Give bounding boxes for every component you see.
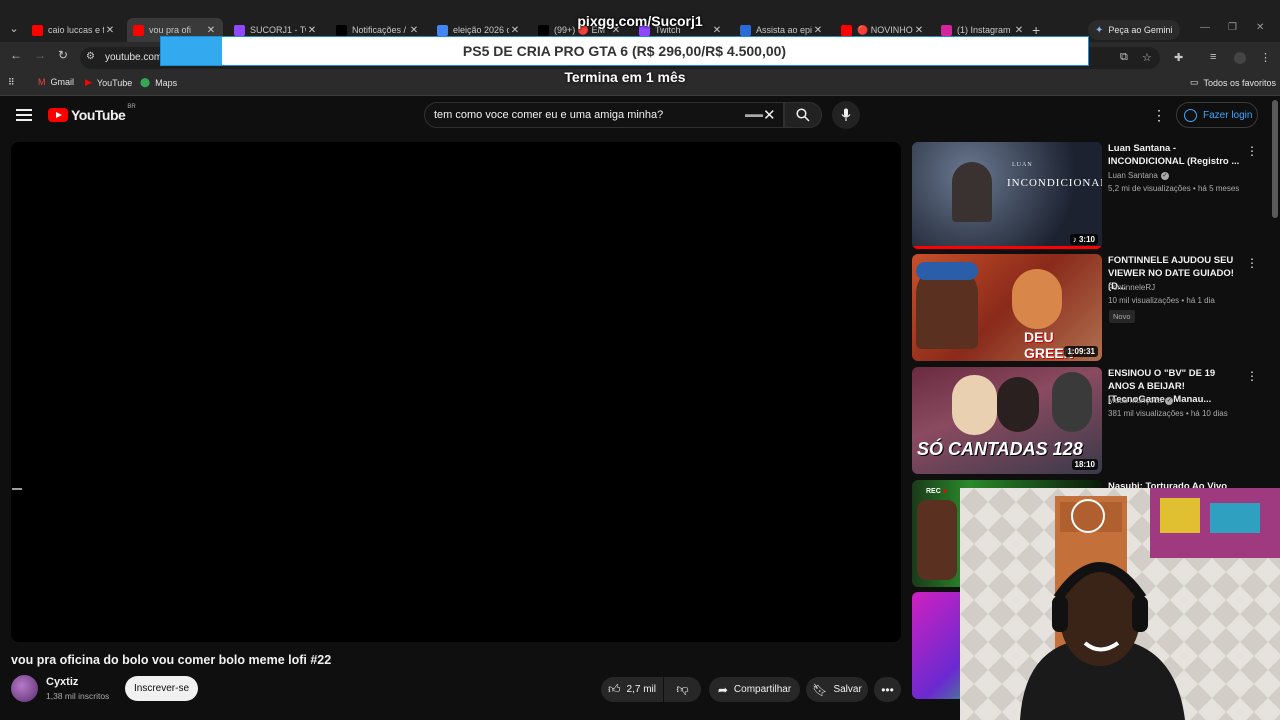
save-button[interactable]: 🔖︎ Salvar bbox=[806, 677, 868, 702]
more-options-icon[interactable]: ⋮ bbox=[1246, 256, 1258, 270]
back-arrow-icon[interactable]: ← bbox=[8, 48, 24, 62]
more-actions-icon[interactable]: ••• bbox=[874, 677, 901, 702]
scrollbar-thumb[interactable] bbox=[1272, 100, 1278, 218]
live-rec-badge: REC ● bbox=[926, 488, 947, 495]
share-button[interactable]: ➦ Compartilhar bbox=[709, 677, 800, 702]
recommendation-item[interactable]: DEU GREEN 1:09:31 FONTINNELE AJUDOU SEU … bbox=[912, 254, 1262, 362]
microphone-icon bbox=[841, 108, 851, 121]
new-badge: Novo bbox=[1109, 310, 1135, 323]
like-button[interactable]: 👍︎ 2,7 mil bbox=[601, 677, 663, 702]
profile-avatar[interactable] bbox=[1234, 52, 1246, 64]
recommendation-meta: 10 mil visualizações • há 1 dia bbox=[1108, 296, 1215, 305]
recommendation-channel: Muca Muriçoca ✓ bbox=[1108, 396, 1174, 405]
donation-goal-bar: PS5 DE CRIA PRO GTA 6 (R$ 296,00/R$ 4.50… bbox=[160, 36, 1089, 66]
video-title: vou pra oficina do bolo vou comer bolo m… bbox=[11, 653, 332, 667]
share-arrow-icon: ➦ bbox=[717, 682, 728, 697]
video-player[interactable] bbox=[11, 142, 901, 642]
channel-avatar[interactable] bbox=[11, 675, 38, 702]
verified-check-icon: ✓ bbox=[1160, 171, 1169, 180]
webcam-image bbox=[960, 488, 1280, 720]
recommendation-meta: 5,2 mi de visualizações • há 5 meses bbox=[1108, 184, 1240, 193]
donation-goal-deadline: Termina em 1 mês bbox=[564, 69, 686, 85]
browser-menu-icon[interactable]: ⋮ bbox=[1260, 51, 1271, 64]
youtube-logo[interactable]: YouTube BR bbox=[48, 104, 136, 123]
site-info-icon[interactable]: ⚙ bbox=[86, 51, 95, 62]
media-control-icon[interactable]: ≡ bbox=[1210, 51, 1216, 63]
recommendation-item[interactable]: LUAN INCONDICIONAL ♪ 3:10 Luan Santana -… bbox=[912, 142, 1262, 250]
verified-check-icon: ✓ bbox=[1165, 396, 1174, 405]
user-circle-icon bbox=[1184, 108, 1197, 122]
donation-goal-text: PS5 DE CRIA PRO GTA 6 (R$ 296,00/R$ 4.50… bbox=[462, 43, 787, 59]
thumbs-down-icon: 👎︎ bbox=[676, 682, 689, 696]
voice-search-button[interactable] bbox=[832, 101, 860, 129]
dislike-button[interactable]: 👎︎ bbox=[664, 677, 701, 702]
recommendation-meta: 381 mil visualizações • há 10 dias bbox=[1108, 409, 1228, 418]
install-app-icon[interactable]: ⧉ bbox=[1120, 51, 1128, 64]
watch-progress-bar bbox=[912, 246, 1102, 249]
youtube-play-icon bbox=[48, 108, 68, 122]
channel-name[interactable]: Cyxtiz bbox=[46, 676, 78, 688]
login-button[interactable]: Fazer login bbox=[1176, 102, 1258, 128]
video-thumbnail: LUAN INCONDICIONAL ♪ 3:10 bbox=[912, 142, 1102, 249]
duration-badge: 18:10 bbox=[1071, 459, 1098, 470]
video-thumbnail: SÓ CANTADAS 128 18:10 bbox=[912, 367, 1102, 474]
address-url: youtube.com bbox=[105, 52, 163, 63]
video-thumbnail: DEU GREEN 1:09:31 bbox=[912, 254, 1102, 361]
search-query: tem como voce comer eu e uma amiga minha… bbox=[434, 109, 664, 121]
search-icon bbox=[796, 108, 810, 122]
recommendation-channel: Luan Santana ✓ bbox=[1108, 171, 1169, 180]
recommendation-channel: FontinneleRJ bbox=[1108, 283, 1156, 292]
more-options-icon[interactable]: ⋮ bbox=[1246, 144, 1258, 158]
subscribe-button[interactable]: Inscrever-se bbox=[125, 676, 198, 701]
duration-badge: ♪ 3:10 bbox=[1069, 234, 1098, 245]
bookmark-icon: 🔖︎ bbox=[812, 682, 828, 697]
streamer-webcam bbox=[960, 488, 1280, 720]
thumbs-up-icon: 👍︎ bbox=[608, 682, 621, 696]
subscriber-count: 1,38 mil inscritos bbox=[46, 691, 110, 701]
bookmark-star-icon[interactable]: ☆ bbox=[1142, 51, 1152, 64]
donation-url: pixgg.com/Sucorj1 bbox=[577, 13, 703, 29]
keyboard-icon[interactable]: ▬▬ bbox=[745, 109, 763, 119]
extensions-icon[interactable]: ✚ bbox=[1174, 51, 1183, 64]
forward-arrow-icon[interactable]: → bbox=[32, 48, 48, 62]
recommendation-item[interactable]: SÓ CANTADAS 128 18:10 ENSINOU O "BV" DE … bbox=[912, 367, 1262, 475]
reload-icon[interactable]: ↻ bbox=[55, 48, 71, 62]
player-progress-marker bbox=[12, 488, 22, 490]
more-options-icon[interactable]: ⋮ bbox=[1246, 369, 1258, 383]
settings-kebab-icon[interactable]: ⋮ bbox=[1152, 107, 1166, 124]
menu-hamburger-icon[interactable] bbox=[16, 109, 32, 124]
clear-search-icon[interactable]: ✕ bbox=[763, 106, 776, 124]
duration-badge: 1:09:31 bbox=[1064, 346, 1098, 357]
recommendation-title: Luan Santana - INCONDICIONAL (Registro .… bbox=[1108, 143, 1240, 167]
search-button[interactable] bbox=[784, 102, 822, 128]
